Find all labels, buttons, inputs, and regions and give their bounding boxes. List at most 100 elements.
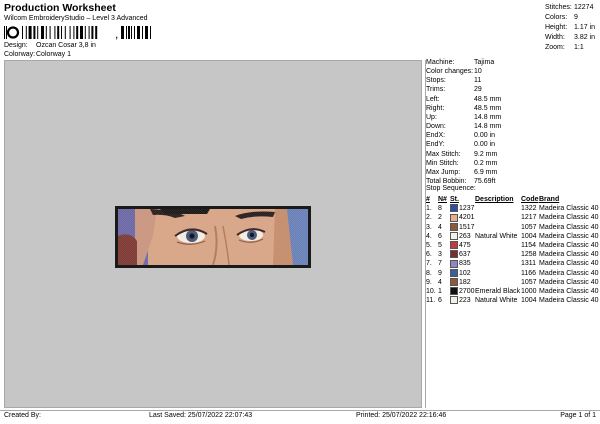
stop-number: 9. (426, 278, 432, 286)
table-header-row: # N# St. Description Code Brand (426, 195, 599, 204)
thread-brand: Madeira Classic 40 (539, 269, 599, 277)
machine-info-row: Up: 14.8 mm (426, 113, 501, 122)
thread-description (475, 269, 521, 278)
design-stat-label: Width: (545, 34, 565, 41)
stitch-count: 475 (459, 242, 471, 250)
design-stat-label: Stitches: (545, 4, 572, 11)
thread-code: 1166 (521, 269, 537, 277)
stitch-count-cell: 2700 (450, 287, 475, 296)
needle-number: 2 (438, 214, 442, 222)
machine-info-label: Up: (426, 113, 437, 121)
machine-info-label: Stops: (426, 77, 446, 85)
stitch-count-cell: 637 (450, 250, 475, 259)
colorway-label: Colorway: (4, 51, 36, 58)
machine-info-row: Down: 14.8 mm (426, 122, 501, 131)
table-row: 10. 1 2700 Emerald Black 1000 Madeira Classic… (426, 287, 599, 296)
colorway-value: Colorway 1 (36, 51, 72, 58)
thread-brand: Madeira Classic 40 (539, 260, 599, 268)
colorway-row: Colorway:Colorway 1 (4, 51, 71, 58)
machine-info-label: EndX: (426, 132, 446, 140)
machine-info-label: EndY: (426, 141, 445, 149)
color-swatch (450, 241, 458, 250)
machine-info-value: 9.2 mm (474, 150, 498, 158)
machine-info-value: 11 (474, 77, 482, 85)
design-stat-value: 3.82 in (574, 34, 596, 41)
thread-code: 1322 (521, 205, 537, 213)
design-stat-row: Width: 3.82 in (545, 33, 595, 43)
thread-code: 1004 (521, 232, 537, 240)
page-number: Page 1 of 1 (560, 412, 596, 419)
stitch-count: 102 (459, 269, 471, 277)
machine-info-value: 14.8 mm (474, 123, 502, 131)
thread-brand: Madeira Classic 40 (539, 223, 599, 231)
thread-code: 1000 (521, 288, 537, 296)
stitch-count-cell: 1237 (450, 204, 475, 213)
created-by: Created By: (4, 412, 41, 419)
needle-number: 6 (438, 297, 442, 305)
thread-brand: Madeira Classic 40 (539, 297, 599, 305)
design-stat-label: Colors: (545, 14, 568, 21)
design-stat-row: Stitches: 12274 (545, 3, 595, 13)
needle-number: 6 (438, 232, 442, 240)
stitch-count: 835 (459, 260, 471, 268)
design-stat-value: 1:1 (574, 44, 584, 51)
color-swatch (450, 287, 458, 296)
stitch-count-cell: 4201 (450, 213, 475, 222)
needle-number: 8 (438, 205, 442, 213)
thread-code: 1154 (521, 242, 537, 250)
last-saved: Last Saved: 25/07/2022 22:07:43 (149, 412, 253, 419)
color-swatch (450, 222, 458, 231)
machine-info-value: 48.5 mm (474, 95, 502, 103)
thread-description (475, 213, 521, 222)
design-stat-value: 1.17 in (574, 24, 596, 31)
stitch-count-cell: 223 (450, 296, 475, 305)
thread-description (475, 259, 521, 268)
embroidery-design-preview (115, 206, 311, 268)
machine-info: Machine: Tajima Color changes:10 Stops: 11 Tr… (426, 58, 501, 186)
design-row: Design: Ozcan Cosar 3,8 in (4, 42, 96, 49)
stitch-count: 2700 (459, 288, 475, 296)
stop-number: 4. (426, 232, 432, 240)
machine-info-label: Min Stitch: (426, 159, 459, 167)
needle-number: 9 (438, 269, 442, 277)
stitch-count-cell: 263 (450, 231, 475, 241)
thread-description: Emerald Black (475, 288, 521, 296)
stitch-count: 182 (459, 278, 471, 286)
thread-description (475, 204, 521, 213)
thread-code: 1311 (521, 260, 537, 268)
stitch-count: 637 (459, 251, 471, 259)
col-header-number: # (426, 196, 430, 203)
col-header-stitches: St. (450, 196, 459, 203)
thread-brand: Madeira Classic 40 (539, 251, 599, 259)
stop-number: 7. (426, 260, 432, 268)
machine-info-label: Down: (426, 123, 446, 131)
color-swatch (450, 277, 458, 286)
machine-info-row: Right: 48.5 mm (426, 104, 501, 113)
machine-info-row: Stops: 11 (426, 76, 501, 85)
needle-number: 3 (438, 251, 442, 259)
thread-description: Natural White (475, 297, 518, 305)
design-stat-row: Zoom: 1:1 (545, 43, 595, 53)
machine-info-value: 10 (474, 68, 482, 76)
table-row: 11. 6 223 Natural White 1004 Madeira Classic … (426, 296, 599, 305)
table-row: 9. 4 182 1057 Madeira Classic 40 (426, 277, 599, 287)
thread-brand: Madeira Classic 40 (539, 205, 599, 213)
design-value: Ozcan Cosar 3,8 in (36, 42, 96, 49)
color-swatch (450, 213, 458, 222)
table-row: 4. 6 263 Natural White 1004 Madeira Classic 4… (426, 231, 599, 241)
stitch-count-cell: 1517 (450, 222, 475, 232)
table-row: 6. 3 637 1258 Madeira Classic 40 (426, 250, 599, 259)
col-header-needle: N# (438, 196, 447, 203)
table-row: 8. 9 102 1166 Madeira Classic 40 (426, 268, 599, 278)
thread-brand: Madeira Classic 40 (539, 242, 599, 250)
machine-info-row: Max Jump: 6.9 mm (426, 168, 501, 177)
needle-number: 5 (438, 242, 442, 250)
page-title: Production Worksheet (4, 2, 116, 14)
stitch-count: 4201 (459, 214, 475, 222)
stitch-count: 223 (459, 297, 471, 305)
col-header-description: Description (475, 196, 514, 203)
machine-info-label: Machine: (426, 59, 455, 66)
design-stat-row: Height: 1.17 in (545, 23, 595, 33)
thread-brand: Madeira Classic 40 (539, 214, 599, 222)
footer-divider (0, 410, 600, 411)
